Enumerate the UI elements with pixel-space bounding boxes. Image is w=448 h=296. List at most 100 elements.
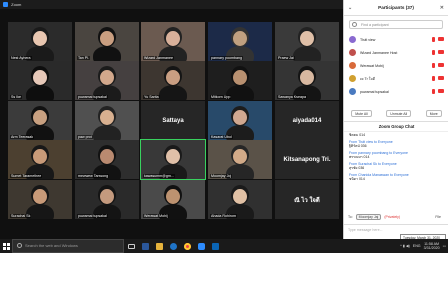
participant-name-large: ณิ ไว ใจดี bbox=[294, 197, 320, 204]
recipient-dropdown[interactable]: Moomjay Jaj bbox=[355, 214, 382, 220]
notifications-icon[interactable]: ▭ bbox=[443, 244, 446, 248]
search-icon bbox=[352, 22, 357, 27]
participant-name: Tan Pl. bbox=[77, 56, 90, 60]
taskbar-search-input[interactable]: Search the web and Windows bbox=[12, 239, 124, 253]
person-face bbox=[33, 189, 47, 204]
video-tile[interactable]: Wizard Janmanee bbox=[141, 22, 205, 61]
participant-name: Surachai Sk bbox=[10, 214, 32, 218]
person-face bbox=[233, 149, 247, 164]
muted-mic-icon bbox=[432, 76, 435, 81]
zoom-taskbar-icon[interactable] bbox=[194, 239, 208, 253]
video-tile[interactable]: paw prot bbox=[75, 101, 139, 140]
video-tile[interactable]: Moomjay Joj bbox=[208, 140, 272, 179]
video-tile[interactable]: Ahada Rohirom bbox=[208, 180, 272, 219]
start-button[interactable] bbox=[0, 239, 12, 253]
unmute-all-button[interactable]: Unmute All bbox=[386, 110, 412, 117]
video-tile[interactable]: Werawat Mohij bbox=[141, 180, 205, 219]
participant-name-large: aiyada014 bbox=[292, 117, 322, 124]
person-face bbox=[233, 70, 247, 85]
video-tile[interactable]: mewwew Tanwong bbox=[75, 140, 139, 179]
video-tile[interactable]: puwamai tupsakal bbox=[75, 61, 139, 100]
privately-label: (Privately) bbox=[384, 215, 401, 219]
muted-mic-icon bbox=[432, 89, 435, 94]
chat-message-text: พรรณษา 014 bbox=[349, 155, 370, 159]
video-tile[interactable]: Arm Teerasak bbox=[8, 101, 72, 140]
video-tile[interactable]: kawasumm@gm... bbox=[140, 139, 206, 180]
participant-name: Kasarat Ubol bbox=[210, 135, 233, 139]
avatar bbox=[349, 75, 356, 82]
participant-name: mewwew Tanwong bbox=[77, 174, 110, 178]
system-tray: ^ ▮ ◀) ENG 11:58 AM 3/31/2020 ▭ bbox=[400, 239, 446, 253]
chat-message-text: ชนิดา 014 bbox=[349, 177, 365, 181]
video-tile[interactable]: Sattaya bbox=[141, 101, 205, 140]
person-face bbox=[100, 189, 114, 204]
windows-logo-icon bbox=[2, 242, 10, 250]
participant-name: Mitkorn Upp bbox=[210, 95, 232, 99]
word-icon[interactable] bbox=[138, 239, 152, 253]
person-face bbox=[33, 110, 47, 125]
video-gallery: Nest Ayhera Tan Pl. Wizard Janmanee pannary… bbox=[0, 9, 342, 239]
person-face bbox=[166, 189, 180, 204]
video-tile[interactable]: Kitsanapong Tri. bbox=[275, 140, 339, 179]
video-tile[interactable]: puwamai tupsakal bbox=[75, 180, 139, 219]
chat-message-text: ชิตตม 014 bbox=[349, 133, 366, 137]
video-tile[interactable]: Surachai Sk bbox=[8, 180, 72, 219]
chat-message-text: ฐิติรัตน์ 036 bbox=[349, 144, 367, 148]
person-face bbox=[33, 70, 47, 85]
participant-name: Sumet Taramethee bbox=[10, 174, 43, 178]
search-icon bbox=[17, 243, 22, 248]
video-tile[interactable]: ณิ ไว ใจดี bbox=[275, 180, 339, 219]
participant-row[interactable]: Werawat Mobij bbox=[344, 59, 448, 72]
more-button[interactable]: More bbox=[425, 110, 442, 117]
participant-row[interactable]: cc Tr ใจดี bbox=[344, 72, 448, 85]
close-icon[interactable]: ✕ bbox=[440, 5, 444, 11]
tray-icons[interactable]: ^ ▮ ◀) bbox=[400, 244, 410, 248]
to-label: To: bbox=[348, 215, 353, 219]
person-face bbox=[233, 189, 247, 204]
person-body bbox=[93, 46, 121, 61]
video-off-icon bbox=[438, 76, 444, 80]
participant-search-input[interactable]: Find a participant bbox=[349, 20, 443, 29]
person-face bbox=[100, 31, 114, 46]
participant-row[interactable]: Wizard Janmanee Host bbox=[344, 46, 448, 59]
windows-taskbar: Search the web and Windows ^ ▮ ◀) ENG 11… bbox=[0, 239, 448, 253]
participant-name: kawasumm@gm... bbox=[143, 174, 175, 178]
person-face bbox=[233, 31, 247, 46]
video-off-icon bbox=[438, 50, 444, 54]
video-tile[interactable]: Mitkorn Upp bbox=[208, 61, 272, 100]
participant-name: Wizard Janmanee bbox=[143, 56, 174, 60]
person-face bbox=[300, 70, 314, 85]
mute-all-button[interactable]: Mute All bbox=[351, 110, 372, 117]
participants-title: Participants (37) bbox=[378, 5, 414, 10]
participant-name: Ss Ike bbox=[10, 95, 22, 99]
video-tile[interactable]: Ss Ike bbox=[8, 61, 72, 100]
video-tile[interactable]: Yu Sarita bbox=[141, 61, 205, 100]
video-off-icon bbox=[438, 89, 444, 93]
video-tile[interactable]: Nest Ayhera bbox=[8, 22, 72, 61]
video-tile[interactable]: Kasarat Ubol bbox=[208, 101, 272, 140]
task-view-icon[interactable] bbox=[124, 239, 138, 253]
video-tile[interactable]: Praew Jai bbox=[275, 22, 339, 61]
file-explorer-icon[interactable] bbox=[152, 239, 166, 253]
chrome-icon[interactable] bbox=[180, 239, 194, 253]
video-tile[interactable]: Tan Pl. bbox=[75, 22, 139, 61]
file-button[interactable]: File bbox=[435, 215, 441, 219]
chat-messages: ชิตตม 014 From Thất view to Everyone ฐิติร… bbox=[344, 132, 448, 183]
participant-row[interactable]: Thất view bbox=[344, 33, 448, 46]
video-tile[interactable]: Sawanya Kseapa bbox=[275, 61, 339, 100]
video-tile[interactable]: Sumet Taramethee bbox=[8, 140, 72, 179]
language-indicator[interactable]: ENG bbox=[413, 244, 421, 248]
person-body bbox=[293, 46, 321, 61]
video-tile[interactable]: aiyada014 bbox=[275, 101, 339, 140]
chat-message: From Chanida Manaswan to Everyone ชนิดา 0… bbox=[344, 172, 448, 183]
edge-icon[interactable] bbox=[166, 239, 180, 253]
chat-message-text: สุรชัย 036 bbox=[349, 166, 365, 170]
video-tile[interactable]: pannary poombang bbox=[208, 22, 272, 61]
collapse-chevron-icon[interactable]: ⌄ bbox=[348, 5, 352, 11]
clock[interactable]: 11:58 AM 3/31/2020 bbox=[424, 242, 440, 251]
screenshot: { "window": {"title": "Zoom"}, "tiles": … bbox=[0, 0, 448, 296]
participant-name: Werawat Mohij bbox=[143, 214, 169, 218]
person-face bbox=[100, 110, 114, 125]
outlook-icon[interactable] bbox=[208, 239, 222, 253]
participant-row[interactable]: puwamai tupsakal bbox=[344, 85, 448, 98]
